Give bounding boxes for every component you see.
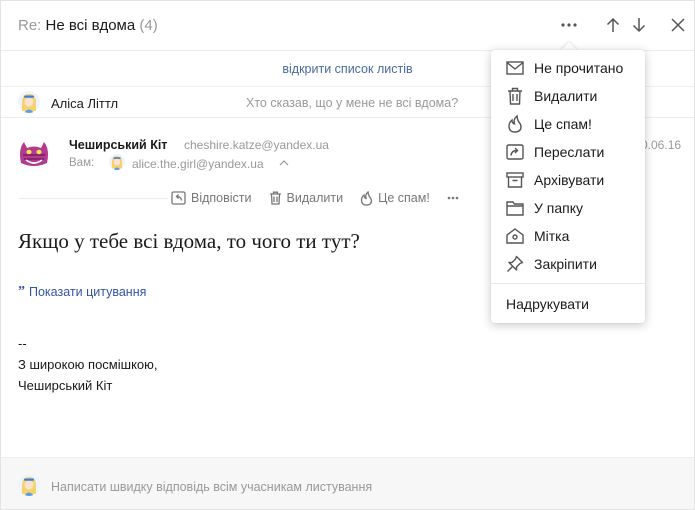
collapsed-sender: Аліса Літтл	[51, 96, 119, 111]
menu-item-label: Архівувати	[534, 172, 605, 188]
sender-avatar	[15, 133, 53, 171]
quote-icon: ”	[18, 284, 25, 299]
collapsed-snippet: Хто сказав, що у мене не всі вдома?	[246, 96, 459, 110]
close-icon	[671, 18, 685, 32]
spam-button[interactable]: Це спам!	[360, 190, 430, 206]
reply-prefix: Re:	[18, 17, 42, 34]
signature: -- З широкою посмішкою, Чеширський Кіт	[18, 333, 158, 396]
more-actions-button[interactable]	[557, 13, 581, 37]
flame-icon	[505, 114, 525, 134]
more-message-actions-button[interactable]	[447, 196, 464, 200]
alice-avatar-icon	[109, 154, 125, 170]
envelope-icon	[505, 58, 525, 78]
signature-line: Чеширський Кіт	[18, 378, 113, 393]
menu-item-label: Надрукувати	[506, 296, 589, 312]
reply-icon	[171, 191, 186, 205]
flame-icon	[360, 190, 373, 206]
arrow-up-icon	[606, 17, 620, 32]
alice-avatar-icon	[18, 91, 40, 113]
thread-subject: Re: Не всі вдома (4)	[18, 17, 158, 34]
pin-icon	[505, 254, 525, 274]
menu-item-archive[interactable]: Архівувати	[491, 166, 645, 194]
label-icon	[505, 226, 525, 246]
menu-item-spam[interactable]: Це спам!	[491, 110, 645, 138]
delete-button[interactable]: Видалити	[269, 191, 344, 205]
menu-item-label-tag[interactable]: Мітка	[491, 222, 645, 250]
open-list-link[interactable]: відкрити список листів	[282, 62, 412, 76]
show-quote-link[interactable]: ” Показати цитування	[18, 284, 146, 300]
avatar	[18, 474, 40, 496]
cheshire-cat-avatar-icon	[15, 133, 53, 171]
recipient-avatar	[109, 154, 125, 170]
recipient-label: Вам:	[69, 157, 95, 169]
previous-message-button[interactable]	[601, 13, 625, 37]
menu-item-mark-unread[interactable]: Не прочитано	[491, 54, 645, 82]
alice-avatar-icon	[18, 474, 40, 496]
menu-item-label: Це спам!	[534, 116, 592, 132]
menu-item-delete[interactable]: Видалити	[491, 82, 645, 110]
menu-item-move-to-folder[interactable]: У папку	[491, 194, 645, 222]
spam-label: Це спам!	[378, 191, 430, 205]
signature-line: --	[18, 336, 27, 351]
recipient-email[interactable]: alice.the.girl@yandex.ua	[132, 157, 264, 171]
menu-item-label: Не прочитано	[534, 60, 624, 76]
chevron-up-icon[interactable]	[279, 160, 289, 166]
menu-item-forward[interactable]: Переслати	[491, 138, 645, 166]
reply-label: Відповісти	[191, 191, 252, 205]
message-actions: Відповісти Видалити Це спам!	[171, 187, 481, 209]
menu-divider	[491, 283, 645, 284]
arrow-down-icon	[632, 18, 646, 33]
menu-item-print[interactable]: Надрукувати	[491, 290, 645, 318]
sender-name[interactable]: Чеширський Кіт	[69, 138, 167, 152]
avatar	[18, 91, 40, 113]
more-dots-icon	[561, 23, 577, 27]
more-actions-menu: Не прочитано Видалити Це спам! Переслати…	[491, 50, 645, 323]
message-count: (4)	[139, 17, 158, 34]
actions-divider	[18, 198, 168, 199]
signature-line: З широкою посмішкою,	[18, 357, 158, 372]
menu-item-label: У папку	[534, 200, 584, 216]
sender-email[interactable]: cheshire.katze@yandex.ua	[184, 138, 329, 152]
message-date: 0.06.16	[641, 138, 682, 152]
reply-button[interactable]: Відповісти	[171, 191, 252, 205]
message-body: Якщо у тебе всі вдома, то чого ти тут?	[18, 229, 360, 253]
more-dots-icon	[447, 196, 459, 200]
menu-item-pin[interactable]: Закріпити	[491, 250, 645, 278]
menu-item-label: Закріпити	[534, 256, 597, 272]
folder-icon	[505, 198, 525, 218]
menu-item-label: Переслати	[534, 144, 605, 160]
trash-icon	[505, 86, 525, 106]
close-button[interactable]	[666, 13, 690, 37]
archive-icon	[505, 170, 525, 190]
next-message-button[interactable]	[627, 13, 651, 37]
menu-item-label: Мітка	[534, 228, 570, 244]
forward-icon	[505, 142, 525, 162]
subject-text: Не всі вдома	[45, 17, 136, 34]
thread-header: Re: Не всі вдома (4)	[1, 1, 694, 51]
show-quote-label: Показати цитування	[29, 285, 147, 299]
menu-item-label: Видалити	[534, 88, 598, 104]
quick-reply-input[interactable]: Написати швидку відповідь всім учасникам…	[51, 480, 372, 494]
quick-reply-bar: Написати швидку відповідь всім учасникам…	[1, 457, 694, 509]
delete-label: Видалити	[286, 191, 344, 205]
trash-icon	[269, 191, 281, 205]
